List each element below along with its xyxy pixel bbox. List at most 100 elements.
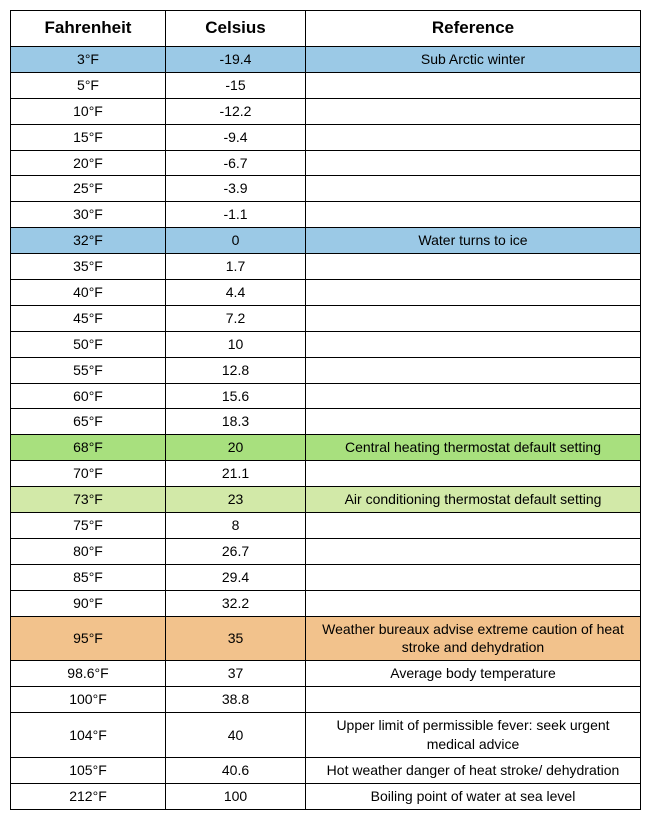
cell-reference	[306, 461, 641, 487]
cell-fahrenheit: 3°F	[11, 46, 166, 72]
cell-reference	[306, 409, 641, 435]
header-celsius: Celsius	[166, 11, 306, 47]
cell-reference: Water turns to ice	[306, 228, 641, 254]
cell-celsius: 20	[166, 435, 306, 461]
cell-reference	[306, 98, 641, 124]
cell-fahrenheit: 10°F	[11, 98, 166, 124]
cell-celsius: 23	[166, 487, 306, 513]
cell-reference: Boiling point of water at sea level	[306, 783, 641, 809]
table-row: 20°F-6.7	[11, 150, 641, 176]
cell-reference	[306, 305, 641, 331]
cell-celsius: -6.7	[166, 150, 306, 176]
table-row: 3°F-19.4Sub Arctic winter	[11, 46, 641, 72]
cell-fahrenheit: 104°F	[11, 713, 166, 758]
cell-fahrenheit: 68°F	[11, 435, 166, 461]
cell-celsius: -3.9	[166, 176, 306, 202]
cell-reference: Hot weather danger of heat stroke/ dehyd…	[306, 757, 641, 783]
cell-reference	[306, 357, 641, 383]
cell-reference	[306, 331, 641, 357]
table-row: 32°F0Water turns to ice	[11, 228, 641, 254]
cell-celsius: -19.4	[166, 46, 306, 72]
table-row: 90°F32.2	[11, 590, 641, 616]
cell-reference	[306, 150, 641, 176]
cell-celsius: 0	[166, 228, 306, 254]
cell-fahrenheit: 105°F	[11, 757, 166, 783]
cell-fahrenheit: 25°F	[11, 176, 166, 202]
cell-celsius: 10	[166, 331, 306, 357]
cell-fahrenheit: 100°F	[11, 687, 166, 713]
table-row: 104°F40Upper limit of permissible fever:…	[11, 713, 641, 758]
cell-celsius: 8	[166, 512, 306, 538]
cell-reference	[306, 564, 641, 590]
table-row: 10°F-12.2	[11, 98, 641, 124]
table-row: 65°F18.3	[11, 409, 641, 435]
header-fahrenheit: Fahrenheit	[11, 11, 166, 47]
cell-celsius: 38.8	[166, 687, 306, 713]
cell-fahrenheit: 5°F	[11, 72, 166, 98]
cell-fahrenheit: 60°F	[11, 383, 166, 409]
cell-celsius: 15.6	[166, 383, 306, 409]
cell-fahrenheit: 32°F	[11, 228, 166, 254]
table-row: 80°F26.7	[11, 538, 641, 564]
table-row: 5°F-15	[11, 72, 641, 98]
cell-reference	[306, 72, 641, 98]
cell-reference: Weather bureaux advise extreme caution o…	[306, 616, 641, 661]
table-row: 98.6°F37Average body temperature	[11, 661, 641, 687]
cell-reference	[306, 254, 641, 280]
cell-fahrenheit: 20°F	[11, 150, 166, 176]
table-row: 85°F29.4	[11, 564, 641, 590]
cell-reference	[306, 176, 641, 202]
cell-celsius: 40	[166, 713, 306, 758]
cell-fahrenheit: 50°F	[11, 331, 166, 357]
cell-fahrenheit: 30°F	[11, 202, 166, 228]
cell-celsius: 37	[166, 661, 306, 687]
cell-fahrenheit: 85°F	[11, 564, 166, 590]
table-row: 95°F35Weather bureaux advise extreme cau…	[11, 616, 641, 661]
table-row: 30°F-1.1	[11, 202, 641, 228]
cell-reference: Air conditioning thermostat default sett…	[306, 487, 641, 513]
cell-reference: Upper limit of permissible fever: seek u…	[306, 713, 641, 758]
cell-reference	[306, 512, 641, 538]
table-row: 105°F40.6Hot weather danger of heat stro…	[11, 757, 641, 783]
cell-fahrenheit: 80°F	[11, 538, 166, 564]
table-row: 212°F100Boiling point of water at sea le…	[11, 783, 641, 809]
table-row: 45°F7.2	[11, 305, 641, 331]
table-row: 55°F12.8	[11, 357, 641, 383]
cell-celsius: 18.3	[166, 409, 306, 435]
cell-celsius: 21.1	[166, 461, 306, 487]
cell-fahrenheit: 40°F	[11, 279, 166, 305]
cell-celsius: -1.1	[166, 202, 306, 228]
cell-fahrenheit: 70°F	[11, 461, 166, 487]
cell-fahrenheit: 55°F	[11, 357, 166, 383]
table-row: 100°F38.8	[11, 687, 641, 713]
cell-celsius: 100	[166, 783, 306, 809]
cell-reference	[306, 538, 641, 564]
cell-celsius: 32.2	[166, 590, 306, 616]
cell-fahrenheit: 45°F	[11, 305, 166, 331]
cell-fahrenheit: 15°F	[11, 124, 166, 150]
cell-celsius: 1.7	[166, 254, 306, 280]
table-row: 15°F-9.4	[11, 124, 641, 150]
table-row: 50°F10	[11, 331, 641, 357]
cell-fahrenheit: 65°F	[11, 409, 166, 435]
table-row: 40°F4.4	[11, 279, 641, 305]
cell-celsius: 7.2	[166, 305, 306, 331]
table-row: 25°F-3.9	[11, 176, 641, 202]
cell-celsius: 12.8	[166, 357, 306, 383]
cell-reference: Average body temperature	[306, 661, 641, 687]
temperature-conversion-table: Fahrenheit Celsius Reference 3°F-19.4Sub…	[10, 10, 641, 810]
cell-fahrenheit: 95°F	[11, 616, 166, 661]
cell-reference: Central heating thermostat default setti…	[306, 435, 641, 461]
cell-reference	[306, 279, 641, 305]
header-reference: Reference	[306, 11, 641, 47]
cell-celsius: 40.6	[166, 757, 306, 783]
cell-reference	[306, 687, 641, 713]
cell-fahrenheit: 73°F	[11, 487, 166, 513]
cell-fahrenheit: 90°F	[11, 590, 166, 616]
cell-fahrenheit: 35°F	[11, 254, 166, 280]
cell-celsius: 35	[166, 616, 306, 661]
table-row: 68°F20Central heating thermostat default…	[11, 435, 641, 461]
cell-reference	[306, 202, 641, 228]
cell-fahrenheit: 75°F	[11, 512, 166, 538]
table-row: 70°F21.1	[11, 461, 641, 487]
